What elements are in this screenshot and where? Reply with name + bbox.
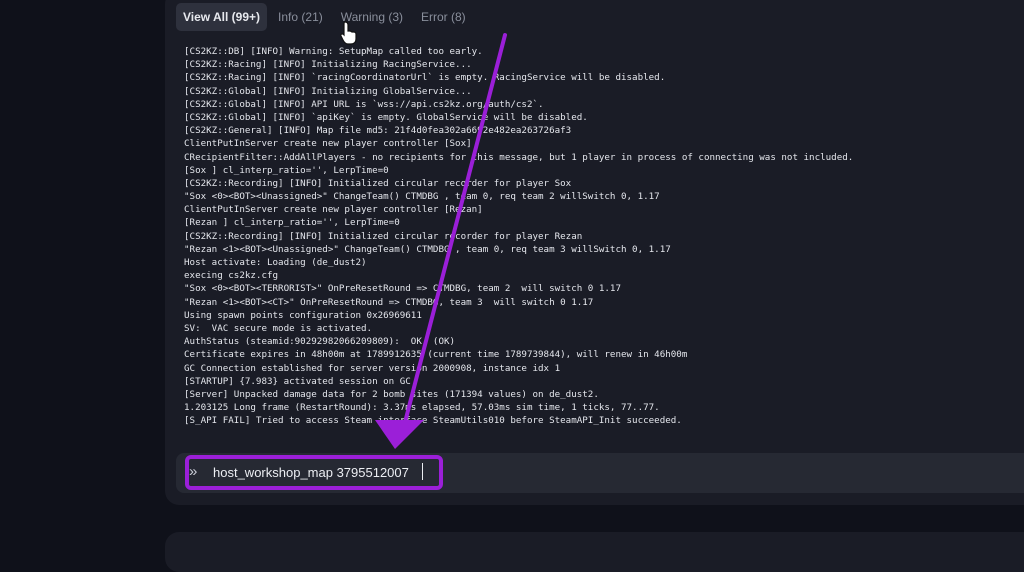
log-line: Host activate: Loading (de_dust2) xyxy=(184,257,367,268)
log-line: "Rezan <1><BOT><Unassigned>" ChangeTeam(… xyxy=(184,243,671,255)
log-line: [CS2KZ::Recording] [INFO] Initialized ci… xyxy=(184,230,583,242)
tab-warning[interactable]: Warning (3) xyxy=(334,3,410,31)
tab-error[interactable]: Error (8) xyxy=(414,3,473,31)
log-line: ClientPutInServer create new player cont… xyxy=(184,204,483,216)
log-line: [CS2KZ::Racing] [INFO] `racingCoordinato… xyxy=(184,72,666,84)
log-line: 1.203125 Long frame (RestartRound): 3.37… xyxy=(184,402,660,414)
log-line: GC Connection established for server ver… xyxy=(184,362,561,374)
log-filter-tabs: View All (99+) Info (21) Warning (3) Err… xyxy=(176,3,473,31)
log-line: [Rezan ] cl_interp_ratio='', LerpTime=0 xyxy=(184,217,400,229)
log-line: [S_API FAIL] Tried to access Steam inter… xyxy=(184,415,682,427)
log-line: [CS2KZ::Global] [INFO] `apiKey` is empty… xyxy=(184,111,588,123)
log-line: [CS2KZ::Global] [INFO] Initializing Glob… xyxy=(184,85,472,97)
log-line: "Sox <0><BOT><Unassigned>" ChangeTeam() … xyxy=(184,191,660,203)
bottom-panel xyxy=(165,532,1024,572)
log-line: ClientPutInServer create new player cont… xyxy=(184,138,472,150)
log-line: SV: VAC secure mode is activated. xyxy=(184,322,373,334)
log-line: [STARTUP] {7.983} activated session on G… xyxy=(184,375,411,387)
log-line: Certificate expires in 48h00m at 1789912… xyxy=(184,349,688,361)
text-caret xyxy=(422,463,423,480)
log-line: [CS2KZ::Racing] [INFO] Initializing Raci… xyxy=(184,59,472,71)
log-line: "Rezan <1><BOT><CT>" OnPreResetRound => … xyxy=(184,296,594,308)
console-log: [CS2KZ::DB] [INFO] Warning: SetupMap cal… xyxy=(184,45,1014,427)
log-line: Using spawn points configuration 0x26969… xyxy=(184,309,422,321)
log-line: [CS2KZ::Global] [INFO] API URL is `wss:/… xyxy=(184,98,544,110)
log-line: "Sox <0><BOT><TERRORIST>" OnPreResetRoun… xyxy=(184,283,621,295)
log-line: [CS2KZ::Recording] [INFO] Initialized ci… xyxy=(184,177,572,189)
log-line: [CS2KZ::DB] [INFO] Warning: SetupMap cal… xyxy=(184,46,483,57)
tab-info[interactable]: Info (21) xyxy=(271,3,330,31)
log-line: AuthStatus (steamid:90292982066209809): … xyxy=(184,336,456,348)
log-line: [Server] Unpacked damage data for 2 bomb… xyxy=(184,388,599,400)
log-line: [CS2KZ::General] [INFO] Map file md5: 21… xyxy=(184,125,572,137)
log-line: [Sox ] cl_interp_ratio='', LerpTime=0 xyxy=(184,164,389,176)
log-line: CRecipientFilter::AddAllPlayers - no rec… xyxy=(184,151,854,163)
chevron-right-icon: » xyxy=(189,463,198,480)
tab-view-all[interactable]: View All (99+) xyxy=(176,3,268,31)
log-line: execing cs2kz.cfg xyxy=(184,270,279,282)
command-input[interactable] xyxy=(213,462,433,482)
